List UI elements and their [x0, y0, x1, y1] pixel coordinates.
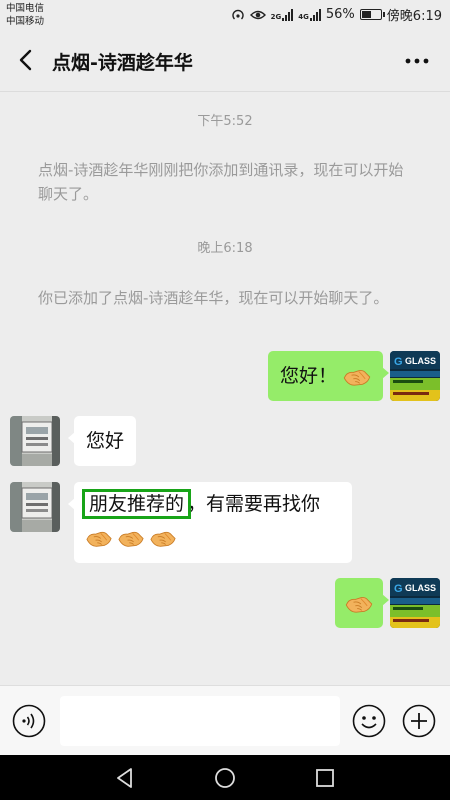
status-icons: 2G 4G 56% 傍晚6:19: [231, 5, 442, 24]
chat-header: 点烟-诗酒趁年华: [0, 30, 450, 92]
handshake-emoji-icon: [86, 529, 112, 548]
more-dots-icon: [405, 58, 429, 64]
nav-recents-button[interactable]: [312, 765, 338, 791]
eye-icon: [249, 10, 266, 19]
carrier-1: 中国电信: [6, 3, 45, 14]
contact-avatar[interactable]: [10, 416, 60, 466]
smiley-icon: [352, 704, 386, 738]
battery-level: [361, 11, 372, 18]
system-message-2: 你已添加了点烟-诗酒趁年华，现在可以开始聊天了。: [38, 289, 389, 307]
plus-icon: [402, 704, 436, 738]
nav-home-button[interactable]: [212, 765, 238, 791]
network-type-2: 4G: [298, 12, 309, 21]
network-type-1: 2G: [270, 12, 282, 21]
back-button[interactable]: [12, 44, 42, 76]
handshake-emoji-icon: [343, 367, 371, 387]
signal-bars-2-icon: [309, 8, 321, 21]
timestamp-2: 晚上6:18: [197, 241, 253, 256]
message-bubble-sent[interactable]: 您好！: [267, 351, 390, 401]
voice-button[interactable]: [12, 704, 46, 738]
contact-avatar[interactable]: [10, 482, 60, 532]
battery-icon: [359, 9, 385, 20]
carrier-info: 中国电信 中国移动: [6, 2, 44, 28]
chat-title: 点烟-诗酒趁年华: [52, 52, 193, 74]
more-options-button[interactable]: [402, 46, 432, 76]
system-nav-bar: [0, 755, 450, 800]
emoji-button[interactable]: [352, 704, 386, 738]
square-recents-icon: [316, 769, 334, 787]
chevron-left-icon: [19, 49, 32, 71]
input-bar: [0, 685, 450, 755]
my-avatar[interactable]: [390, 351, 440, 401]
system-message-1: 点烟-诗酒趁年华刚刚把你添加到通讯录，现在可以开始聊天了。: [38, 161, 404, 203]
carrier-2: 中国移动: [6, 16, 45, 27]
voice-icon: [12, 704, 46, 738]
handshake-emoji-icon: [150, 529, 176, 548]
emoji-row: [86, 522, 340, 554]
message-text: ，有需要再找你: [187, 493, 321, 515]
message-text: 您好: [86, 430, 125, 452]
message-input[interactable]: [60, 696, 340, 746]
chat-area[interactable]: 下午5:52 点烟-诗酒趁年华刚刚把你添加到通讯录，现在可以开始聊天了。 晚上6…: [0, 92, 450, 685]
timestamp-1: 下午5:52: [197, 114, 253, 129]
clock: 傍晚6:19: [386, 9, 442, 24]
signal-bars-1-icon: [282, 8, 294, 21]
message-bubble-received[interactable]: 朋友推荐的 ，有需要再找你: [68, 482, 352, 563]
message-bubble-received[interactable]: 您好: [67, 416, 137, 466]
nav-back-button[interactable]: [112, 765, 138, 791]
handshake-emoji-icon: [118, 529, 144, 548]
more-functions-button[interactable]: [402, 704, 436, 738]
highlighted-text: 朋友推荐的: [81, 489, 192, 519]
status-bar: 中国电信 中国移动 2G 4G 56% 傍晚6:19: [0, 0, 450, 30]
circle-home-icon: [215, 768, 235, 788]
handshake-emoji-icon: [345, 594, 373, 614]
triangle-back-icon: [117, 768, 132, 788]
my-avatar[interactable]: [390, 578, 440, 628]
hotspot-icon: [231, 9, 244, 19]
message-bubble-sent[interactable]: [335, 578, 389, 628]
battery-percent: 56%: [325, 7, 355, 22]
message-text: 您好！: [279, 365, 337, 387]
